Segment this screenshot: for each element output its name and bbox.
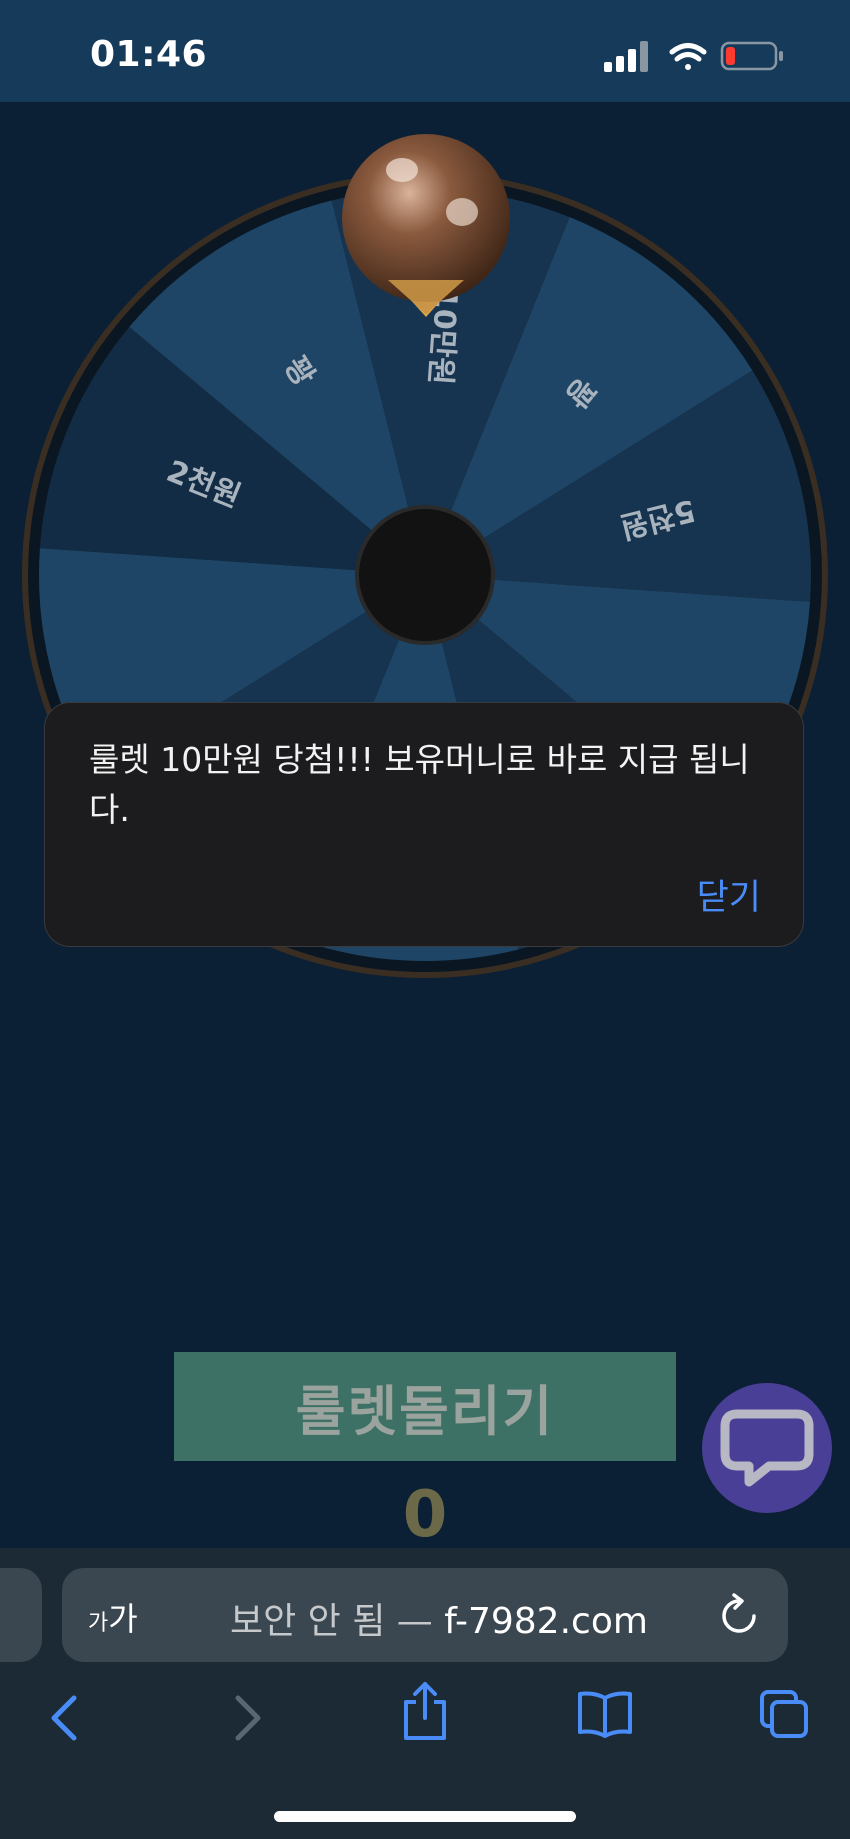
previous-tab[interactable] bbox=[0, 1568, 42, 1662]
back-icon[interactable] bbox=[44, 1688, 84, 1752]
reload-icon[interactable] bbox=[718, 1592, 762, 1642]
browser-nav bbox=[0, 1682, 850, 1768]
bookmarks-icon[interactable] bbox=[576, 1688, 634, 1744]
wheel-pointer-icon bbox=[340, 132, 512, 317]
status-icons bbox=[604, 38, 794, 78]
url-display[interactable]: 보안 안 됨 — f-7982.com bbox=[230, 1592, 648, 1644]
home-indicator bbox=[274, 1811, 576, 1822]
tabs-icon[interactable] bbox=[758, 1688, 810, 1744]
url-domain: f-7982.com bbox=[444, 1601, 648, 1642]
text-size-small-label: 가 bbox=[88, 1611, 109, 1636]
forward-icon[interactable] bbox=[228, 1688, 268, 1752]
cellular-signal-icon bbox=[604, 41, 648, 72]
chat-bubble-icon bbox=[720, 1409, 814, 1487]
spin-roulette-button[interactable]: 룰렛돌리기 bbox=[174, 1352, 676, 1461]
wheel-hub bbox=[355, 505, 495, 645]
share-icon[interactable] bbox=[398, 1680, 452, 1748]
dialog-close-button[interactable]: 닫기 bbox=[697, 869, 761, 920]
security-label: 보안 안 됨 — bbox=[230, 1601, 433, 1642]
address-bar[interactable]: 가가 보안 안 됨 — f-7982.com bbox=[62, 1568, 788, 1662]
wifi-icon bbox=[669, 43, 707, 70]
text-size-button[interactable]: 가가 bbox=[88, 1594, 138, 1640]
live-chat-button[interactable] bbox=[702, 1383, 832, 1513]
text-size-large-label: 가 bbox=[108, 1600, 138, 1638]
browser-toolbar: 가가 보안 안 됨 — f-7982.com bbox=[0, 1548, 850, 1839]
status-bar: 01:46 bbox=[0, 0, 850, 102]
alert-dialog: 룰렛 10만원 당첨!!! 보유머니로 바로 지급 됩니다. 닫기 bbox=[44, 702, 804, 947]
dialog-message: 룰렛 10만원 당첨!!! 보유머니로 바로 지급 됩니다. bbox=[89, 740, 750, 829]
status-time: 01:46 bbox=[90, 34, 208, 75]
battery-low-icon bbox=[720, 41, 783, 71]
